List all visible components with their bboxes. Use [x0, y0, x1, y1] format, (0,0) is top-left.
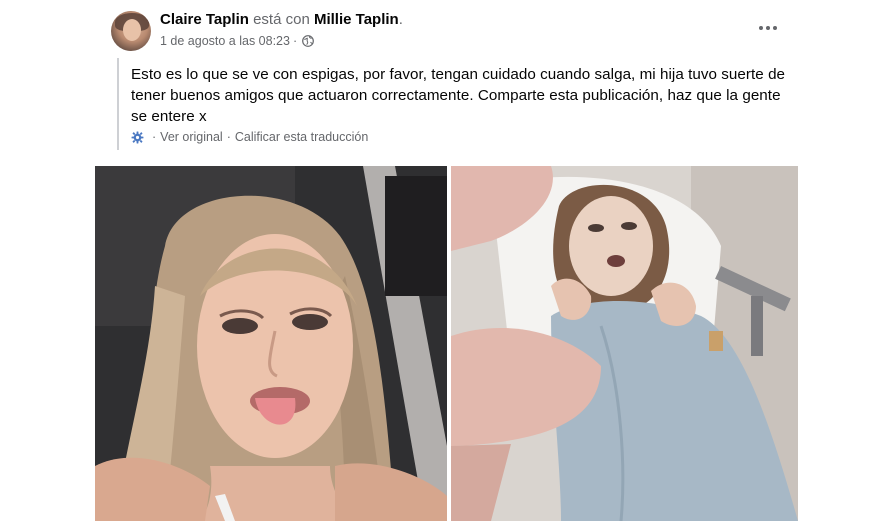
- translation-separator-2: ·: [226, 130, 231, 144]
- header-period: .: [398, 11, 403, 28]
- post-timestamp[interactable]: 1 de agosto a las 08:23: [160, 33, 290, 49]
- rate-translation-link[interactable]: Calificar esta traducción: [235, 129, 368, 145]
- author-name[interactable]: Claire Taplin: [160, 11, 249, 28]
- hospital-photo[interactable]: [451, 166, 798, 521]
- more-options-button[interactable]: [752, 16, 784, 40]
- translate-gear-icon: [131, 131, 144, 143]
- avatar-face: [123, 19, 141, 41]
- translation-quote-bar: [117, 58, 119, 150]
- translation-separator-1: ·: [152, 130, 157, 144]
- globe-icon[interactable]: [302, 35, 315, 47]
- post-meta: 1 de agosto a las 08:23 ·: [160, 33, 315, 49]
- more-options-dot: [759, 26, 763, 30]
- more-options-dot: [773, 26, 777, 30]
- meta-separator: ·: [292, 34, 298, 48]
- more-options-dot: [766, 26, 770, 30]
- post-body-text: Esto es lo que se ve con espigas, por fa…: [131, 66, 786, 125]
- author-avatar[interactable]: [111, 11, 151, 51]
- with-connector: está con: [248, 11, 314, 28]
- selfie-photo-illustration: [95, 166, 447, 521]
- facebook-post: Claire Taplin está con Millie Taplin. 1 …: [0, 0, 894, 526]
- post-header: Claire Taplin está con Millie Taplin.: [160, 10, 403, 30]
- selfie-photo[interactable]: [95, 166, 447, 521]
- hospital-photo-illustration: [451, 166, 798, 521]
- tagged-name[interactable]: Millie Taplin: [314, 11, 399, 28]
- translation-row: · Ver original · Calificar esta traducci…: [131, 129, 368, 145]
- see-original-link[interactable]: Ver original: [160, 129, 223, 145]
